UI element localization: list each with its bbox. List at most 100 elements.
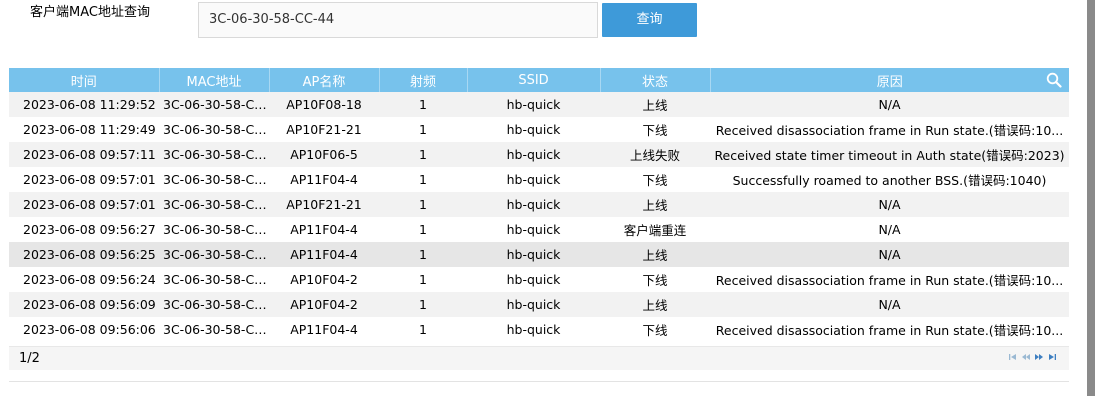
cell-radio: 1 <box>419 272 427 287</box>
column-header-status[interactable]: 状态 <box>600 68 711 92</box>
column-header-reason[interactable]: 原因 <box>710 68 1069 92</box>
cell-radio: 1 <box>419 322 427 337</box>
cell-ssid: hb-quick <box>506 222 561 237</box>
cell-reason: N/A <box>710 92 1069 117</box>
cell-ap-name: AP10F04-2 <box>269 292 379 317</box>
cell-status: 上线 <box>600 292 710 317</box>
cell-time: 2023-06-08 09:56:24 <box>23 272 156 287</box>
cell-mac: 3C-06-30-58-CC-... <box>163 122 269 137</box>
cell-ssid: hb-quick <box>467 192 600 217</box>
cell-reason: N/A <box>710 292 1069 317</box>
cell-radio: 1 <box>379 92 467 117</box>
table-row[interactable]: 2023-06-08 09:56:27 3C-06-30-58-CC-... AP1… <box>9 217 1069 242</box>
cell-time: 2023-06-08 09:57:01 <box>9 192 159 217</box>
cell-ap-name: AP10F08-18 <box>269 92 379 117</box>
cell-status: 下线 <box>642 323 668 338</box>
cell-radio: 1 <box>419 122 427 137</box>
cell-reason: Received state timer timeout in Auth sta… <box>710 142 1069 167</box>
cell-time: 2023-06-08 11:29:52 <box>9 92 159 117</box>
column-header-time[interactable]: 时间 <box>9 68 160 92</box>
cell-time: 2023-06-08 09:57:01 <box>23 172 156 187</box>
table-row[interactable]: 2023-06-08 09:57:11 3C-06-30-58-CC-... AP1… <box>9 142 1069 167</box>
column-header-reason-label: 原因 <box>876 74 903 90</box>
cell-mac: 3C-06-30-58-CC-... <box>159 292 269 317</box>
page-scrollbar[interactable] <box>1087 0 1095 396</box>
cell-reason: Received disassociation frame in Run sta… <box>715 123 1064 138</box>
cell-time: 2023-06-08 11:29:49 <box>23 122 156 137</box>
cell-radio: 1 <box>379 242 467 267</box>
cell-ap-name: AP11F04-4 <box>269 242 379 267</box>
cell-ap-name: AP10F21-21 <box>286 122 362 137</box>
table-row[interactable]: 2023-06-08 11:29:52 3C-06-30-58-CC-... AP1… <box>9 92 1069 117</box>
cell-radio: 1 <box>379 192 467 217</box>
bottom-divider <box>9 381 1069 382</box>
page-indicator: 1/2 <box>19 351 40 366</box>
cell-mac: 3C-06-30-58-CC-... <box>163 222 269 237</box>
cell-reason: N/A <box>878 222 901 237</box>
cell-radio: 1 <box>379 292 467 317</box>
cell-status: 上线 <box>600 192 710 217</box>
column-header-ap-name[interactable]: AP名称 <box>269 68 380 92</box>
cell-status: 上线 <box>600 242 710 267</box>
mac-query-label: 客户端MAC地址查询 <box>30 5 150 20</box>
cell-radio: 1 <box>419 222 427 237</box>
pager-controls <box>1008 352 1057 362</box>
cell-ap-name: AP11F04-4 <box>290 222 358 237</box>
prev-page-icon[interactable] <box>1021 352 1031 362</box>
cell-reason: N/A <box>710 192 1069 217</box>
cell-ssid: hb-quick <box>506 322 561 337</box>
query-button[interactable]: 查询 <box>602 3 697 37</box>
cell-ap-name: AP10F04-2 <box>290 272 358 287</box>
table-row[interactable]: 2023-06-08 11:29:49 3C-06-30-58-CC-... AP1… <box>9 117 1069 142</box>
next-page-icon[interactable] <box>1034 352 1044 362</box>
column-header-ssid[interactable]: SSID <box>467 68 601 92</box>
table-row[interactable]: 2023-06-08 09:56:09 3C-06-30-58-CC-... AP1… <box>9 292 1069 317</box>
cell-ap-name: AP10F06-5 <box>269 142 379 167</box>
cell-status: 上线 <box>600 92 710 117</box>
cell-ap-name: AP11F04-4 <box>290 172 358 187</box>
cell-mac: 3C-06-30-58-CC-... <box>163 322 269 337</box>
table-row[interactable]: 2023-06-08 09:57:01 3C-06-30-58-CC-... AP1… <box>9 192 1069 217</box>
client-event-table: 时间 MAC地址 AP名称 射频 SSID 状态 原因 2023-06-08 1… <box>9 68 1069 342</box>
table-row[interactable]: 2023-06-08 09:56:06 3C-06-30-58-CC-... AP1… <box>9 317 1069 342</box>
table-row[interactable]: 2023-06-08 09:56:25 3C-06-30-58-CC-... AP1… <box>9 242 1069 267</box>
cell-ap-name: AP10F21-21 <box>269 192 379 217</box>
cell-mac: 3C-06-30-58-CC-... <box>159 142 269 167</box>
cell-ssid: hb-quick <box>467 292 600 317</box>
column-header-mac[interactable]: MAC地址 <box>159 68 270 92</box>
cell-mac: 3C-06-30-58-CC-... <box>159 92 269 117</box>
cell-ssid: hb-quick <box>506 122 561 137</box>
cell-ssid: hb-quick <box>467 142 600 167</box>
cell-ap-name: AP11F04-4 <box>290 322 358 337</box>
cell-mac: 3C-06-30-58-CC-... <box>163 172 269 187</box>
cell-ssid: hb-quick <box>506 272 561 287</box>
cell-time: 2023-06-08 09:56:27 <box>23 222 156 237</box>
search-icon[interactable] <box>1046 72 1062 88</box>
cell-status: 客户端重连 <box>623 223 687 238</box>
mac-address-input[interactable]: 3C-06-30-58-CC-44 <box>198 2 598 38</box>
cell-ssid: hb-quick <box>506 172 561 187</box>
cell-time: 2023-06-08 09:56:06 <box>23 322 156 337</box>
cell-ssid: hb-quick <box>467 242 600 267</box>
cell-time: 2023-06-08 09:56:09 <box>9 292 159 317</box>
cell-mac: 3C-06-30-58-CC-... <box>159 192 269 217</box>
first-page-icon[interactable] <box>1008 352 1018 362</box>
cell-mac: 3C-06-30-58-CC-... <box>159 242 269 267</box>
cell-status: 下线 <box>642 273 668 288</box>
pagination-bar: 1/2 <box>9 346 1069 370</box>
cell-reason: N/A <box>710 242 1069 267</box>
cell-radio: 1 <box>379 142 467 167</box>
table-row[interactable]: 2023-06-08 09:57:01 3C-06-30-58-CC-... AP1… <box>9 167 1069 192</box>
cell-reason: Successfully roamed to another BSS.(错误码:… <box>732 173 1047 188</box>
table-header-row: 时间 MAC地址 AP名称 射频 SSID 状态 原因 <box>9 68 1069 92</box>
last-page-icon[interactable] <box>1047 352 1057 362</box>
cell-time: 2023-06-08 09:56:25 <box>9 242 159 267</box>
cell-status: 下线 <box>642 173 668 188</box>
cell-mac: 3C-06-30-58-CC-... <box>163 272 269 287</box>
cell-radio: 1 <box>419 172 427 187</box>
cell-time: 2023-06-08 09:57:11 <box>9 142 159 167</box>
cell-reason: Received disassociation frame in Run sta… <box>715 273 1064 288</box>
column-header-radio[interactable]: 射频 <box>379 68 468 92</box>
table-row[interactable]: 2023-06-08 09:56:24 3C-06-30-58-CC-... AP1… <box>9 267 1069 292</box>
cell-reason: Received disassociation frame in Run sta… <box>715 323 1064 338</box>
